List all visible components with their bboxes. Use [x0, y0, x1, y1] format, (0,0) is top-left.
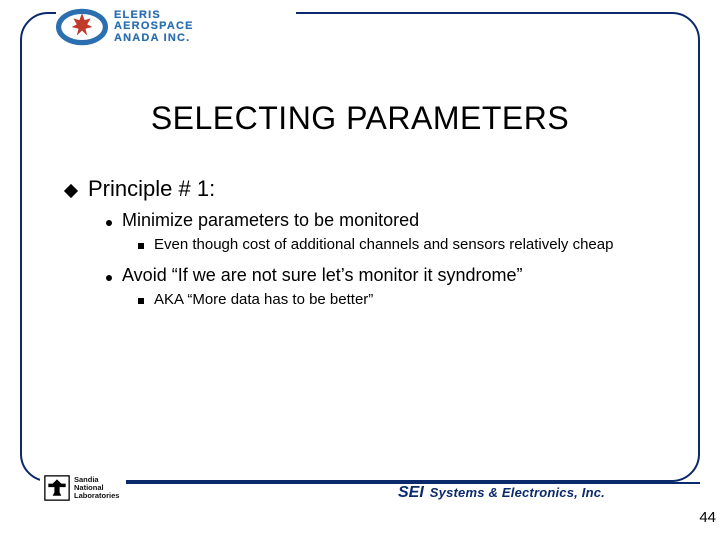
- bullet-level-1: Principle # 1: Minimize parameters to be…: [66, 176, 660, 311]
- bullet-lvl2b-text: Avoid “If we are not sure let’s monitor …: [122, 265, 523, 286]
- slide: ELERIS AEROSPACE ANADA INC. SELECTING PA…: [0, 0, 720, 540]
- sandia-line-3: Laboratories: [74, 492, 119, 500]
- diamond-bullet-icon: [64, 184, 78, 198]
- sei-abbr: SEI: [398, 484, 424, 502]
- bullet-level-3: AKA “More data has to be better”: [138, 290, 660, 310]
- sandia-logo-block: Sandia National Laboratories: [40, 470, 126, 506]
- sei-footer-block: SEI Systems & Electronics, Inc.: [392, 484, 611, 502]
- bullet-level-2: Minimize parameters to be monitored Even…: [106, 210, 660, 311]
- sandia-text: Sandia National Laboratories: [74, 476, 119, 500]
- square-bullet-icon: [138, 298, 144, 304]
- slide-title: SELECTING PARAMETERS: [0, 100, 720, 137]
- page-number: 44: [699, 509, 716, 526]
- company-name: ELERIS AEROSPACE ANADA INC.: [114, 10, 194, 45]
- company-logo-block: ELERIS AEROSPACE ANADA INC.: [56, 0, 296, 54]
- maple-leaf-ring-icon: [56, 1, 108, 53]
- bullet-lvl1-text: Principle # 1:: [88, 176, 215, 202]
- bullet-lvl3a-text: Even though cost of additional channels …: [154, 235, 613, 255]
- company-line-3: ANADA INC.: [114, 33, 194, 45]
- disc-bullet-icon: [106, 275, 112, 281]
- square-bullet-icon: [138, 243, 144, 249]
- bullet-level-3: Even though cost of additional channels …: [138, 235, 660, 255]
- sei-full: Systems & Electronics, Inc.: [430, 485, 605, 500]
- bullet-lvl2a-text: Minimize parameters to be monitored: [122, 210, 419, 231]
- slide-body: Principle # 1: Minimize parameters to be…: [66, 176, 660, 321]
- sandia-thunderbird-icon: [44, 475, 70, 501]
- disc-bullet-icon: [106, 220, 112, 226]
- bullet-lvl3b-text: AKA “More data has to be better”: [154, 290, 373, 310]
